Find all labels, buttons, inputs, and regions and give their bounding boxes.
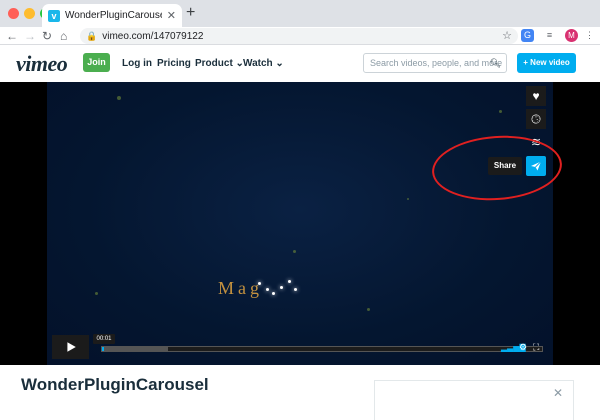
clock-icon: 🕓︎	[531, 111, 541, 126]
pricing-link[interactable]: Pricing	[157, 58, 191, 69]
back-icon[interactable]: ←	[6, 28, 18, 44]
new-tab-button[interactable]: +	[186, 4, 195, 22]
fullscreen-icon[interactable]: ⛶	[533, 342, 539, 353]
sparkle-dust	[266, 288, 269, 291]
profile-avatar[interactable]: M	[565, 29, 578, 42]
panel-close-icon[interactable]: ✕	[553, 386, 563, 400]
browser-toolbar: ← → ↻ ⌂ 🔒 vimeo.com/147079122 ☆ G ≡ ⋮	[0, 27, 600, 45]
play-button[interactable]	[52, 335, 89, 359]
sparkle-dust	[280, 286, 283, 289]
url-text: vimeo.com/147079122	[102, 30, 204, 42]
video-text: Mag	[218, 278, 263, 298]
player-controls: 00:01 ▂▃▅▇ ⚙ ⛶	[52, 334, 548, 361]
sparkle	[367, 308, 370, 311]
played-fill	[102, 347, 105, 351]
chevron-down-icon: ⌄	[272, 58, 284, 69]
close-window-button[interactable]	[8, 8, 19, 19]
sparkle-dust	[288, 280, 291, 283]
side-panel	[374, 380, 574, 420]
play-icon	[66, 342, 76, 352]
forward-icon[interactable]: →	[24, 28, 36, 44]
reading-list-icon[interactable]: ≡	[543, 29, 556, 42]
video-frame[interactable]	[47, 82, 553, 365]
sparkle	[499, 110, 502, 113]
watch-label: Watch	[243, 58, 273, 69]
heart-icon: ♥	[532, 89, 540, 103]
search-icon[interactable]: 🔍︎	[490, 54, 501, 72]
translate-extension-icon[interactable]: G	[521, 29, 534, 42]
buffered-fill	[102, 347, 168, 351]
reload-icon[interactable]: ↻	[42, 28, 52, 44]
browser-menu-icon[interactable]: ⋮	[583, 29, 596, 42]
watch-menu[interactable]: Watch ⌄	[243, 58, 284, 69]
vimeo-logo[interactable]: vimeo	[16, 51, 68, 77]
current-time-tooltip: 00:01	[93, 334, 115, 344]
search-placeholder: Search videos, people, and more	[370, 58, 503, 68]
join-button[interactable]: Join	[83, 53, 110, 72]
product-menu[interactable]: Product ⌄	[195, 58, 244, 69]
tab-title: WonderPluginCarousel on Vim	[65, 10, 162, 21]
sparkle	[293, 250, 296, 253]
vimeo-header: vimeo Join Log in Pricing Product ⌄ Watc…	[0, 45, 600, 82]
sparkle	[407, 198, 409, 200]
sparkle-dust	[272, 292, 275, 295]
lock-icon: 🔒	[86, 30, 98, 41]
minimize-window-button[interactable]	[24, 8, 35, 19]
search-input[interactable]: Search videos, people, and more 🔍︎	[363, 53, 507, 73]
sparkle	[117, 96, 121, 100]
video-player[interactable]: Mag ♥ 🕓︎ ≋	[0, 82, 600, 365]
page-title: WonderPluginCarousel	[21, 375, 209, 394]
login-link[interactable]: Log in	[122, 58, 152, 69]
browser-tab[interactable]: v WonderPluginCarousel on Vim ✕	[42, 4, 182, 27]
new-video-button[interactable]: + New video	[517, 53, 576, 73]
like-button[interactable]: ♥	[526, 86, 546, 106]
sparkle	[95, 292, 98, 295]
sparkle-dust	[258, 282, 261, 285]
tab-close-icon[interactable]: ✕	[167, 9, 176, 22]
bookmark-star-icon[interactable]: ☆	[502, 29, 512, 42]
watch-later-button[interactable]: 🕓︎	[526, 109, 546, 129]
home-icon[interactable]: ⌂	[60, 28, 67, 44]
browser-tab-bar: v WonderPluginCarousel on Vim ✕ +	[0, 0, 600, 27]
vimeo-favicon-icon: v	[48, 9, 60, 22]
address-bar[interactable]: 🔒 vimeo.com/147079122 ☆	[80, 28, 518, 44]
product-label: Product	[195, 58, 233, 69]
progress-bar[interactable]	[101, 346, 543, 352]
sparkle-dust	[294, 288, 297, 291]
settings-gear-icon[interactable]: ⚙	[519, 342, 527, 353]
